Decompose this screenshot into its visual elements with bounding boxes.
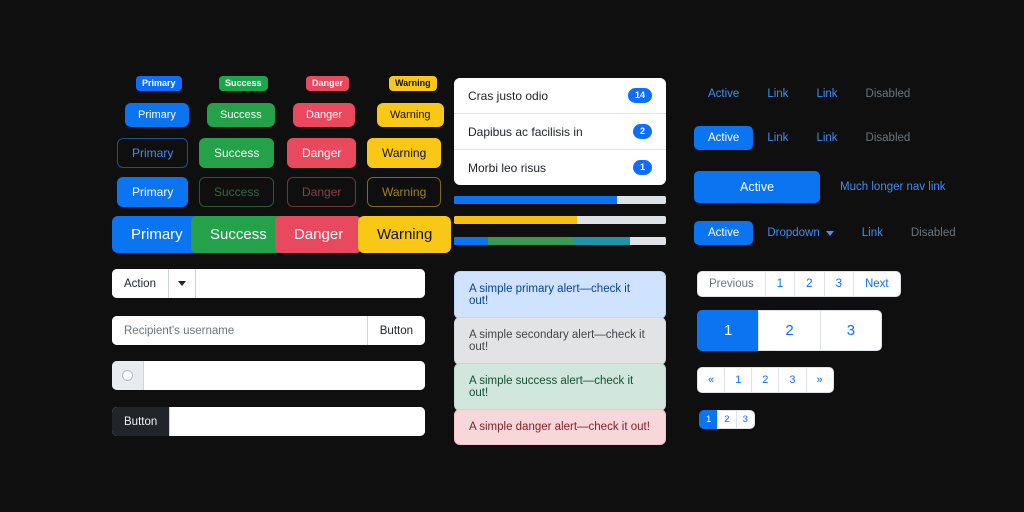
button-danger-disabled[interactable]: Danger bbox=[287, 177, 357, 207]
button-warning-small[interactable]: Warning bbox=[377, 103, 444, 127]
nav-pill-disabled: Disabled bbox=[865, 132, 911, 144]
nav-fill-active[interactable]: Active bbox=[694, 171, 821, 203]
radio-text-input[interactable] bbox=[144, 361, 425, 390]
page-3[interactable]: 3 bbox=[735, 410, 755, 429]
page-first[interactable]: « bbox=[697, 367, 725, 393]
input-group-recipient[interactable]: Recipient's username Button bbox=[112, 316, 425, 345]
list-item-label: Dapibus ac facilisis in bbox=[468, 124, 583, 139]
list-item[interactable]: Dapibus ac facilisis in 2 bbox=[454, 114, 666, 150]
nav-links-row: Active Link Link Disabled bbox=[694, 82, 924, 106]
button-danger-large[interactable]: Danger bbox=[275, 216, 363, 253]
nav-link-2[interactable]: Link bbox=[802, 82, 851, 106]
list-group: Cras justo odio 14 Dapibus ac facilisis … bbox=[454, 78, 666, 185]
nav-fill-long-link[interactable]: Much longer nav link bbox=[826, 175, 959, 199]
list-item-badge: 2 bbox=[632, 124, 652, 139]
page-2[interactable]: 2 bbox=[794, 271, 824, 297]
list-item-label: Cras justo odio bbox=[468, 88, 549, 103]
badge-danger: Danger bbox=[306, 76, 350, 91]
nav-pills-row: Active Link Link Disabled bbox=[694, 126, 924, 150]
nav-pill-active[interactable]: Active bbox=[694, 126, 754, 150]
pagination-default: Previous 1 2 3 Next bbox=[697, 271, 901, 297]
nav-link-1[interactable]: Link bbox=[753, 82, 802, 106]
button-primary-mixed[interactable]: Primary bbox=[117, 177, 189, 207]
page-1[interactable]: 1 bbox=[697, 310, 759, 351]
page-last[interactable]: » bbox=[805, 367, 834, 393]
nav-dropdown-label: Dropdown bbox=[767, 227, 820, 239]
page-2[interactable]: 2 bbox=[751, 367, 779, 393]
page-2[interactable]: 2 bbox=[758, 310, 820, 351]
nav-pill-2[interactable]: Link bbox=[802, 126, 851, 150]
nav-fill-row: Active Much longer nav link bbox=[694, 171, 960, 203]
button-primary-large[interactable]: Primary bbox=[112, 216, 202, 253]
nav-link-disabled: Disabled bbox=[865, 88, 911, 100]
badge-success: Success bbox=[219, 76, 268, 91]
component-showcase: Primary Success Danger Warning Primary S… bbox=[0, 0, 1024, 512]
page-3[interactable]: 3 bbox=[819, 310, 883, 351]
nav-link-active[interactable]: Active bbox=[694, 82, 753, 106]
input-group-button-prefix[interactable]: Button bbox=[112, 407, 425, 436]
pagination-large: 1 2 3 bbox=[697, 310, 883, 351]
nav-dropdown-link[interactable]: Link bbox=[848, 221, 897, 245]
nav-pill-1[interactable]: Link bbox=[753, 126, 802, 150]
progress-primary bbox=[454, 196, 666, 204]
alert-danger: A simple danger alert—check it out! bbox=[454, 409, 666, 445]
alert-secondary: A simple secondary alert—check it out! bbox=[454, 317, 666, 365]
radio-button-icon[interactable] bbox=[122, 370, 133, 381]
prefix-text-input[interactable] bbox=[170, 407, 425, 436]
progress-bar-segment bbox=[454, 196, 618, 204]
page-3[interactable]: 3 bbox=[778, 367, 806, 393]
button-danger-small[interactable]: Danger bbox=[293, 103, 356, 127]
progress-bar-segment bbox=[454, 216, 577, 224]
chevron-down-icon bbox=[825, 230, 834, 236]
nav-dropdown-row: Active Dropdown Link Disabled bbox=[694, 221, 970, 245]
progress-bar-segment bbox=[454, 237, 488, 245]
button-primary-small[interactable]: Primary bbox=[125, 103, 189, 127]
prefix-button[interactable]: Button bbox=[112, 407, 171, 436]
list-item-label: Morbi leo risus bbox=[468, 160, 547, 175]
page-3[interactable]: 3 bbox=[823, 271, 853, 297]
button-success-large[interactable]: Success bbox=[191, 216, 286, 253]
page-1[interactable]: 1 bbox=[724, 367, 752, 393]
button-primary-outline[interactable]: Primary bbox=[117, 138, 189, 168]
button-warning-large[interactable]: Warning bbox=[358, 216, 452, 253]
list-item-badge: 14 bbox=[627, 88, 652, 103]
recipient-input[interactable]: Recipient's username bbox=[112, 316, 367, 345]
alert-primary: A simple primary alert—check it out! bbox=[454, 271, 666, 319]
alert-success: A simple success alert—check it out! bbox=[454, 363, 666, 411]
list-item-badge: 1 bbox=[632, 160, 652, 175]
pagination-xsmall: 1 2 3 bbox=[699, 410, 755, 429]
nav-dropdown-active[interactable]: Active bbox=[694, 221, 754, 245]
page-1[interactable]: 1 bbox=[699, 410, 718, 429]
input-group-radio[interactable] bbox=[112, 361, 425, 390]
badge-warning: Warning bbox=[389, 76, 437, 91]
progress-stacked bbox=[454, 237, 666, 245]
radio-addon[interactable] bbox=[112, 361, 144, 390]
list-item[interactable]: Morbi leo risus 1 bbox=[454, 150, 666, 185]
button-success-small[interactable]: Success bbox=[207, 103, 275, 127]
progress-bar-segment bbox=[487, 237, 573, 245]
dropdown-text-input[interactable] bbox=[195, 269, 425, 298]
progress-bar-segment bbox=[572, 237, 630, 245]
input-group-dropdown[interactable]: Action bbox=[112, 269, 425, 298]
button-success-medium[interactable]: Success bbox=[199, 138, 275, 168]
recipient-button[interactable]: Button bbox=[366, 316, 425, 345]
button-success-disabled[interactable]: Success bbox=[199, 177, 275, 207]
page-1[interactable]: 1 bbox=[764, 271, 795, 297]
badge-primary: Primary bbox=[136, 76, 182, 91]
chevron-down-icon bbox=[177, 281, 186, 286]
nav-dropdown-disabled: Disabled bbox=[910, 227, 956, 239]
progress-warning bbox=[454, 216, 666, 224]
button-danger-medium[interactable]: Danger bbox=[287, 138, 357, 168]
button-warning-medium[interactable]: Warning bbox=[367, 138, 442, 168]
list-item[interactable]: Cras justo odio 14 bbox=[454, 78, 666, 114]
dropdown-toggle-button[interactable] bbox=[168, 269, 196, 298]
dropdown-action-button[interactable]: Action bbox=[112, 269, 169, 298]
page-next[interactable]: Next bbox=[852, 271, 901, 297]
pagination-small: « 1 2 3 » bbox=[697, 367, 834, 393]
page-2[interactable]: 2 bbox=[717, 410, 736, 429]
button-warning-disabled[interactable]: Warning bbox=[367, 177, 442, 207]
nav-dropdown-toggle[interactable]: Dropdown bbox=[753, 221, 847, 245]
page-previous[interactable]: Previous bbox=[697, 271, 765, 297]
